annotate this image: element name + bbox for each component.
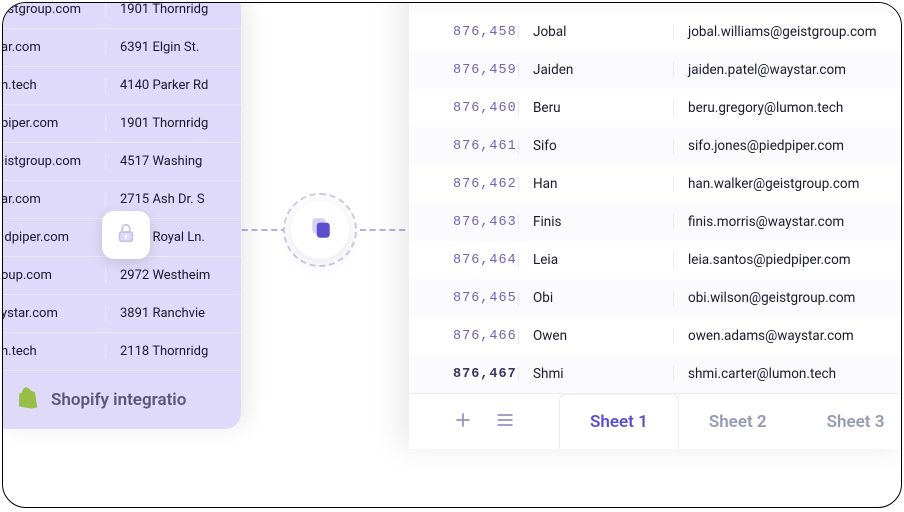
cell-domain: ·dpiper.com bbox=[2, 230, 106, 245]
cell-domain: piper.com bbox=[2, 116, 106, 131]
shopify-icon bbox=[19, 387, 39, 413]
right-table: 876,458 Jobal jobal.williams@geistgroup.… bbox=[409, 2, 902, 393]
cell-id: 876,464 bbox=[409, 253, 519, 268]
table-row[interactable]: 876,461 Sifo sifo.jones@piedpiper.com bbox=[409, 127, 902, 165]
copy-badge bbox=[291, 201, 349, 259]
table-row[interactable]: 876,460 Beru beru.gregory@lumon.tech bbox=[409, 89, 902, 127]
table-row[interactable]: 876,462 Han han.walker@geistgroup.com bbox=[409, 165, 902, 203]
cell-email: owen.adams@waystar.com bbox=[674, 328, 854, 344]
cell-id: 876,461 bbox=[409, 139, 519, 154]
lock-badge bbox=[102, 211, 150, 259]
cell-email: shmi.carter@lumon.tech bbox=[674, 366, 836, 382]
cell-name: Obi bbox=[519, 290, 674, 306]
table-row[interactable]: 876,458 Jobal jobal.williams@geistgroup.… bbox=[409, 13, 902, 51]
table-row: n.tech 4140 Parker Rd bbox=[2, 67, 241, 105]
table-row: ystar.com 3891 Ranchvie bbox=[2, 295, 241, 333]
cell-name: Beru bbox=[519, 100, 674, 116]
table-row bbox=[409, 2, 902, 13]
cell-address: 4517 Washing bbox=[106, 154, 202, 169]
cell-id: 876,463 bbox=[409, 215, 519, 230]
cell-domain: n.tech bbox=[2, 78, 106, 93]
cell-address: 6391 Elgin St. bbox=[106, 40, 199, 55]
cell-name: Shmi bbox=[519, 366, 674, 382]
cell-address: 3891 Ranchvie bbox=[106, 306, 205, 321]
cell-name: Jobal bbox=[519, 24, 674, 40]
table-row: ·istgroup.com 1901 Thornridg bbox=[2, 2, 241, 29]
cell-domain: n.tech bbox=[2, 344, 106, 359]
shopify-label: Shopify integratio bbox=[51, 390, 186, 410]
table-row[interactable]: 876,463 Finis finis.morris@waystar.com bbox=[409, 203, 902, 241]
cell-address: 2972 Westheim bbox=[106, 268, 210, 283]
cell-name: Han bbox=[519, 176, 674, 192]
app-container: ·istgroup.com 1901 Thornridg ar.com 6391… bbox=[2, 2, 902, 508]
cell-email: obi.wilson@geistgroup.com bbox=[674, 290, 855, 306]
table-row: ar.com 6391 Elgin St. bbox=[2, 29, 241, 67]
plus-icon[interactable] bbox=[453, 410, 473, 434]
table-row[interactable]: 876,464 Leia leia.santos@piedpiper.com bbox=[409, 241, 902, 279]
table-row[interactable]: 876,467 Shmi shmi.carter@lumon.tech bbox=[409, 355, 902, 393]
table-row[interactable]: 876,466 Owen owen.adams@waystar.com bbox=[409, 317, 902, 355]
cell-id: 876,459 bbox=[409, 63, 519, 78]
table-row: ·istgroup.com 4517 Washing bbox=[2, 143, 241, 181]
cell-name: Leia bbox=[519, 252, 674, 268]
cell-name: Finis bbox=[519, 214, 674, 230]
tab-controls bbox=[409, 410, 559, 434]
lock-icon bbox=[115, 222, 137, 248]
cell-domain: ·istgroup.com bbox=[2, 2, 106, 17]
cell-id: 876,466 bbox=[409, 329, 519, 344]
cell-name: Owen bbox=[519, 328, 674, 344]
table-row[interactable]: 876,465 Obi obi.wilson@geistgroup.com bbox=[409, 279, 902, 317]
cell-id: 876,465 bbox=[409, 291, 519, 306]
menu-icon[interactable] bbox=[495, 410, 515, 434]
cell-address: 1901 Thornridg bbox=[106, 116, 208, 131]
tab-sheet-3[interactable]: Sheet 3 bbox=[797, 394, 902, 450]
cell-id: 876,460 bbox=[409, 101, 519, 116]
table-row[interactable]: 876,459 Jaiden jaiden.patel@waystar.com bbox=[409, 51, 902, 89]
cell-id: 876,458 bbox=[409, 25, 519, 40]
cell-domain: ar.com bbox=[2, 192, 106, 207]
cell-domain: ar.com bbox=[2, 40, 106, 55]
cell-email: leia.santos@piedpiper.com bbox=[674, 252, 851, 268]
cell-email: jaiden.patel@waystar.com bbox=[674, 62, 846, 78]
cell-address: 2118 Thornridg bbox=[106, 344, 208, 359]
tab-sheet-2[interactable]: Sheet 2 bbox=[679, 394, 797, 450]
cell-email: beru.gregory@lumon.tech bbox=[674, 100, 843, 116]
cell-email: finis.morris@waystar.com bbox=[674, 214, 844, 230]
cell-address: 1901 Thornridg bbox=[106, 2, 208, 17]
tab-sheet-1[interactable]: Sheet 1 bbox=[559, 393, 679, 449]
cell-address: 2715 Ash Dr. S bbox=[106, 192, 205, 207]
table-row: oup.com 2972 Westheim bbox=[2, 257, 241, 295]
cell-name: Sifo bbox=[519, 138, 674, 154]
cell-address: 4140 Parker Rd bbox=[106, 78, 208, 93]
copy-icon bbox=[307, 215, 333, 245]
right-panel: 876,458 Jobal jobal.williams@geistgroup.… bbox=[409, 2, 902, 449]
table-row: piper.com 1901 Thornridg bbox=[2, 105, 241, 143]
table-row: n.tech 2118 Thornridg bbox=[2, 333, 241, 371]
cell-email: jobal.williams@geistgroup.com bbox=[674, 24, 877, 40]
cell-email: han.walker@geistgroup.com bbox=[674, 176, 859, 192]
cell-email: sifo.jones@piedpiper.com bbox=[674, 138, 844, 154]
cell-name: Jaiden bbox=[519, 62, 674, 78]
copy-badge-outer bbox=[283, 193, 357, 267]
cell-id: 876,462 bbox=[409, 177, 519, 192]
shopify-row[interactable]: Shopify integratio bbox=[2, 371, 241, 429]
cell-domain: ystar.com bbox=[2, 306, 106, 321]
cell-domain: oup.com bbox=[2, 268, 106, 283]
cell-domain: ·istgroup.com bbox=[2, 154, 106, 169]
tabs-bar: Sheet 1 Sheet 2 Sheet 3 bbox=[409, 393, 902, 449]
cell-id: 876,467 bbox=[409, 367, 519, 382]
